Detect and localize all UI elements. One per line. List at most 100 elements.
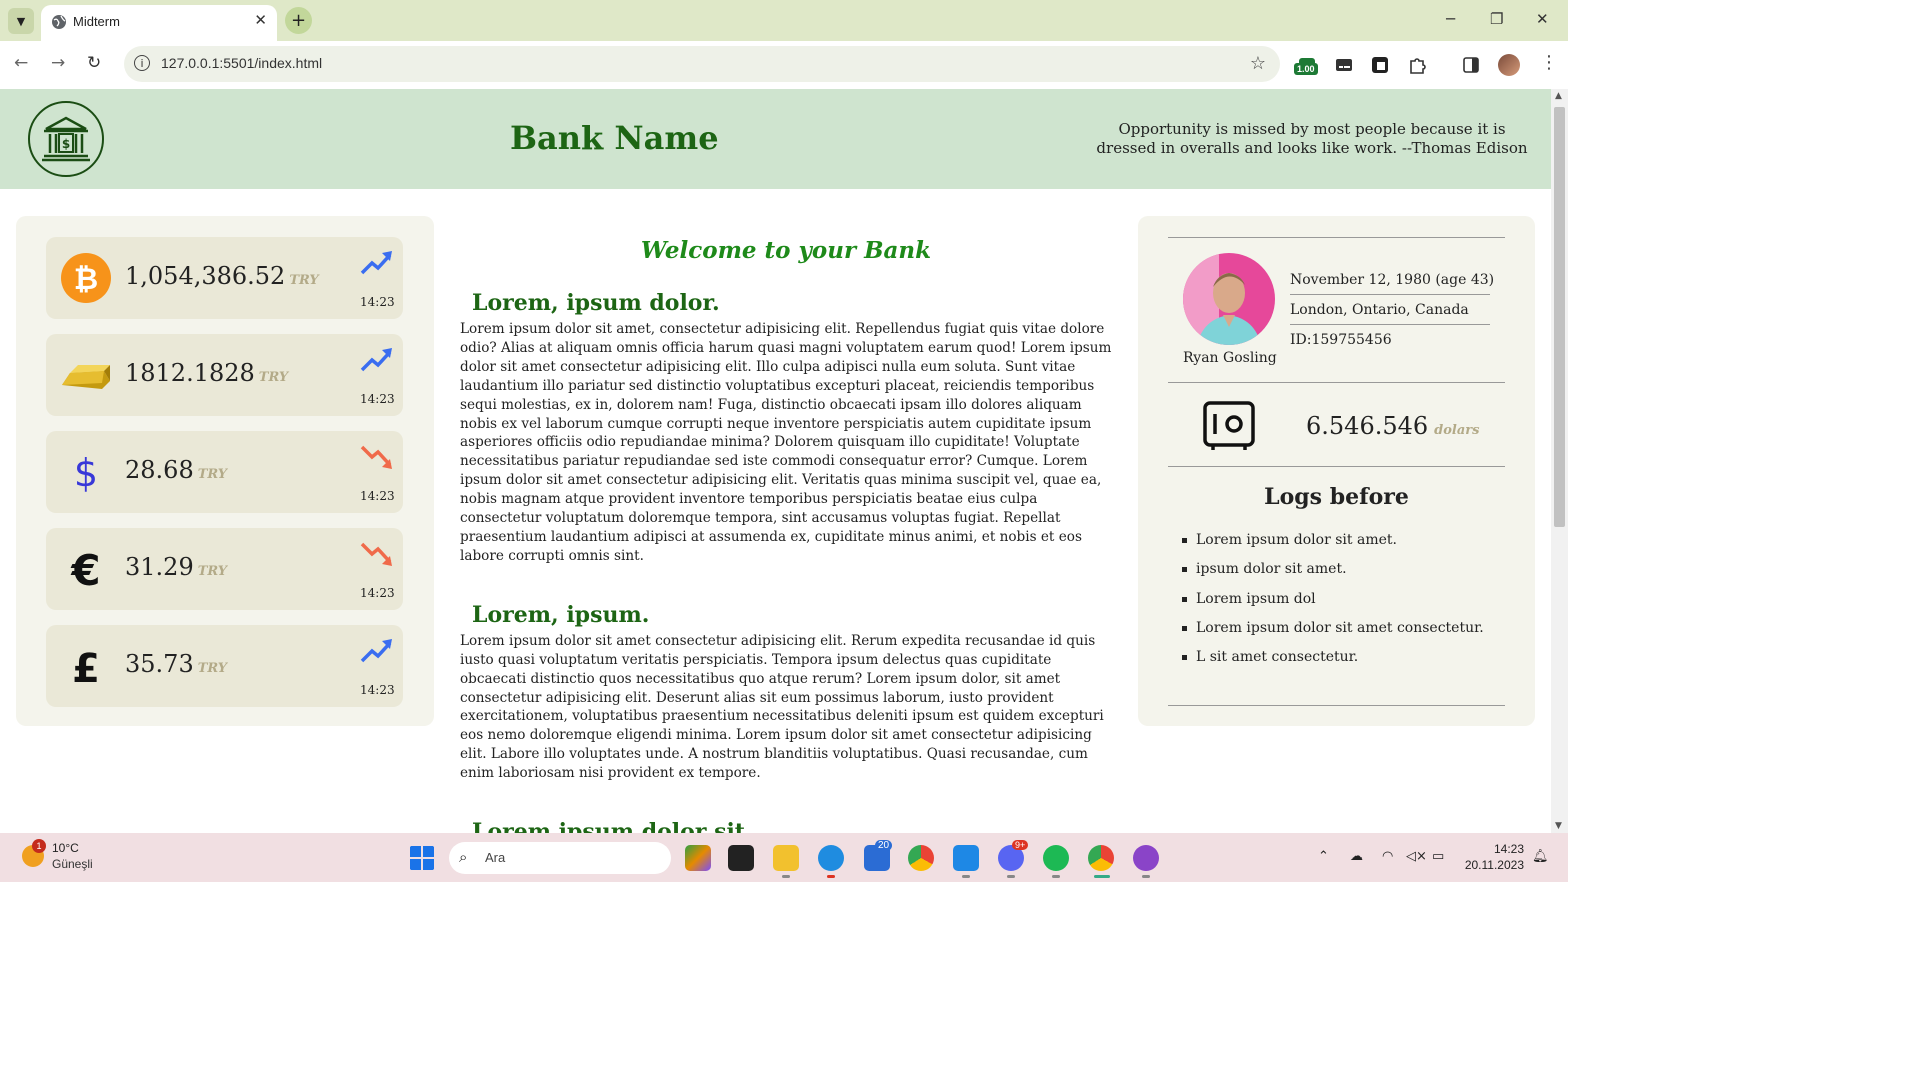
profile-panel: Ryan Gosling November 12, 1980 (age 43) … — [1138, 216, 1535, 726]
back-icon[interactable]: ← — [14, 53, 28, 73]
profile-avatar[interactable] — [1498, 54, 1520, 76]
tab-strip: ▼ Midterm ✕ + ─ ❐ ✕ — [0, 0, 1568, 41]
reload-icon[interactable]: ↻ — [87, 53, 101, 73]
rate-card-pound: £ 35.73 TRY 14:23 — [46, 625, 403, 707]
spotify-icon[interactable] — [1043, 845, 1069, 871]
windows-taskbar: 1 10°C Güneşli ⌕ Ara 20 9+ ⌃ ☁ ◠ ◁× ▭ 14… — [0, 833, 1568, 882]
teams-badge: 20 — [875, 840, 893, 851]
copilot-icon[interactable] — [685, 845, 711, 871]
section-heading: Lorem, ipsum dolor. — [472, 290, 720, 316]
divider — [1168, 382, 1505, 383]
tab-title: Midterm — [73, 14, 120, 29]
globe-icon — [52, 15, 66, 29]
rate-card-gold: 1812.1828 TRY 14:23 — [46, 334, 403, 416]
profile-photo — [1183, 253, 1275, 345]
trend-down-icon — [360, 542, 392, 566]
page-scrollbar[interactable]: ▲ ▼ — [1551, 89, 1568, 833]
pound-icon: £ — [72, 646, 100, 692]
github-desktop-icon[interactable] — [1133, 845, 1159, 871]
task-view-icon[interactable] — [728, 845, 754, 871]
list-item: Lorem ipsum dol — [1182, 591, 1484, 620]
extension-icon[interactable] — [1370, 55, 1390, 75]
trend-down-icon — [360, 445, 392, 469]
section-heading: Lorem, ipsum. — [472, 601, 650, 628]
person-name: Ryan Gosling — [1183, 350, 1277, 366]
taskbar-search[interactable]: ⌕ Ara — [449, 842, 671, 874]
logs-list: Lorem ipsum dolor sit amet. ipsum dolor … — [1182, 532, 1484, 678]
svg-text:$: $ — [62, 137, 70, 151]
gold-bar-icon — [62, 365, 110, 389]
scrollbar-thumb[interactable] — [1554, 107, 1565, 527]
url-text: 127.0.0.1:5501/index.html — [161, 55, 323, 71]
subtitles-icon[interactable] — [1334, 55, 1354, 75]
list-item: ipsum dolor sit amet. — [1182, 561, 1484, 590]
welcome-heading: Welcome to your Bank — [640, 237, 932, 264]
rate-value: 28.68 TRY — [125, 456, 228, 484]
list-item: Lorem ipsum dolor sit amet consectetur. — [1182, 620, 1484, 649]
site-header: $ Bank Name Opportunity is missed by mos… — [0, 89, 1551, 189]
person-photo-icon — [1183, 253, 1275, 345]
svg-text:$: $ — [74, 451, 98, 495]
site-info-icon[interactable]: i — [134, 55, 150, 71]
rate-time: 14:23 — [360, 295, 395, 309]
onedrive-icon[interactable]: ☁ — [1350, 849, 1363, 864]
rate-value: 1812.1828 TRY — [125, 359, 289, 387]
weather-temp: 10°C — [52, 841, 79, 855]
divider — [1168, 705, 1505, 706]
tab-close-icon[interactable]: ✕ — [254, 11, 267, 29]
browser-toolbar: ← → ↻ i 127.0.0.1:5501/index.html ☆ — [0, 41, 1568, 90]
rate-card-dollar: $ 28.68 TRY 14:23 — [46, 431, 403, 513]
scroll-down-icon[interactable]: ▼ — [1555, 821, 1562, 831]
address-bar[interactable]: i 127.0.0.1:5501/index.html ☆ — [124, 46, 1280, 82]
chrome-icon[interactable] — [908, 845, 934, 871]
main-content: Welcome to your Bank Lorem, ipsum dolor.… — [456, 229, 1116, 833]
minimize-button[interactable]: ─ — [1446, 10, 1455, 28]
show-hidden-icons-icon[interactable]: ⌃ — [1318, 849, 1329, 864]
birth-date: November 12, 1980 (age 43) — [1290, 272, 1495, 288]
browser-menu-icon[interactable]: ⋮ — [1540, 52, 1558, 73]
close-window-button[interactable]: ✕ — [1536, 10, 1549, 28]
page-viewport: $ Bank Name Opportunity is missed by mos… — [0, 89, 1551, 833]
rate-value: 31.29 TRY — [125, 553, 228, 581]
clock-date: 20.11.2023 — [1464, 858, 1524, 872]
new-tab-button[interactable]: + — [285, 7, 312, 34]
scroll-up-icon[interactable]: ▲ — [1555, 91, 1562, 101]
location: London, Ontario, Canada — [1290, 302, 1469, 318]
file-explorer-icon[interactable] — [773, 845, 799, 871]
wifi-icon[interactable]: ◠ — [1382, 849, 1393, 864]
vscode-icon[interactable] — [953, 845, 979, 871]
bitcoin-icon: ₿ — [61, 253, 111, 303]
restore-button[interactable]: ❐ — [1490, 10, 1503, 28]
edge-icon[interactable] — [818, 845, 844, 871]
svg-text:€: € — [70, 546, 100, 595]
windows-start-icon[interactable] — [409, 845, 435, 871]
notification-bell-icon[interactable]: 🔔︎ — [1532, 849, 1549, 864]
forward-icon[interactable]: → — [51, 53, 65, 73]
rate-card-euro: € 31.29 TRY 14:23 — [46, 528, 403, 610]
puzzle-extensions-icon[interactable] — [1407, 55, 1427, 75]
bookmark-star-icon[interactable]: ☆ — [1250, 53, 1266, 74]
svg-text:₿: ₿ — [74, 262, 98, 297]
divider — [1168, 466, 1505, 467]
header-quote: Opportunity is missed by most people bec… — [1096, 120, 1528, 157]
divider — [1168, 237, 1505, 238]
rate-unit: TRY — [197, 661, 228, 676]
mute-icon[interactable]: ◁× — [1406, 849, 1427, 864]
rate-time: 14:23 — [360, 392, 395, 406]
divider — [1290, 324, 1490, 325]
section-heading: Lorem ipsum dolor sit. — [472, 819, 753, 833]
tab-search-dropdown[interactable]: ▼ — [8, 8, 34, 34]
rate-time: 14:23 — [360, 683, 395, 697]
rate-time: 14:23 — [360, 586, 395, 600]
battery-icon[interactable]: ▭ — [1432, 849, 1444, 864]
rate-time: 14:23 — [360, 489, 395, 503]
dollar-icon: $ — [74, 451, 98, 495]
browser-tab[interactable]: Midterm ✕ — [41, 5, 277, 41]
trend-up-icon — [360, 348, 392, 372]
chrome-active-icon[interactable] — [1088, 845, 1114, 871]
rate-unit: TRY — [197, 467, 228, 482]
side-panel-icon[interactable] — [1461, 55, 1481, 75]
rate-unit: TRY — [197, 564, 228, 579]
taskbar-clock[interactable]: 14:23 20.11.2023 — [1462, 841, 1524, 873]
trend-up-icon — [360, 639, 392, 663]
